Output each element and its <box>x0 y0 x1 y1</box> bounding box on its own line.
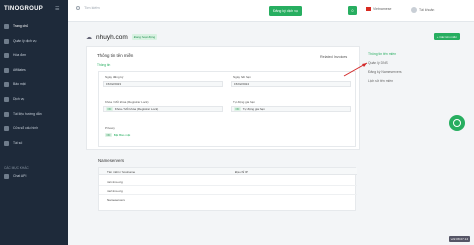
nameservers-table: Tên miền / hostname Địa chỉ IP ns1.tino.… <box>98 167 357 211</box>
vietnam-flag-icon <box>366 7 371 11</box>
brand-logo[interactable]: TINOGROUP <box>4 6 43 12</box>
sidebar-item-security[interactable]: Bảo mật <box>4 80 26 88</box>
renew-value: Tự động gia hạn <box>242 107 265 111</box>
col-ip: Địa chỉ IP <box>235 170 248 174</box>
sidebar-item-docs[interactable]: Tài liệu hướng dẫn <box>4 110 42 118</box>
sidebar-item-label: Dịch vụ <box>13 97 25 101</box>
chat-icon[interactable] <box>449 115 465 131</box>
section-title: Thông tin tên miền <box>97 53 134 58</box>
reg-date-value: 15/02/2023 <box>106 82 122 86</box>
shield-icon <box>4 81 9 87</box>
services-icon <box>4 38 9 44</box>
privacy-value: Bật Bảo mật <box>113 133 131 137</box>
table-header: Tên miền / hostname Địa chỉ IP <box>99 168 357 175</box>
lock-toggle[interactable]: ON Khóa / Mở khóa (Registrar Lock) <box>103 106 223 112</box>
book-icon <box>4 111 9 117</box>
add-domain-button[interactable]: + Các tên miền <box>433 33 460 40</box>
ns-host: ns2.tino.org <box>107 188 123 193</box>
nameservers-title: Nameservers <box>98 158 125 163</box>
search-icon <box>76 6 80 10</box>
settings-icon <box>4 125 9 131</box>
language-selector[interactable]: Vietnamese <box>366 7 391 11</box>
table-row: Nameservers <box>99 195 357 204</box>
sidebar-item-label: Quản lý dịch vụ <box>13 39 37 43</box>
related-invoices-label[interactable]: Related Invoices <box>320 55 347 59</box>
sidebar: TINOGROUP ☰ Trang chủ Quản lý dịch vụ Hó… <box>0 0 68 245</box>
renew-label: Tự động gia hạn <box>233 100 256 104</box>
sidebar-item-misc[interactable]: Tài số <box>4 139 22 147</box>
cloud-icon: ☁ <box>86 34 92 41</box>
version-badge: v22.08.07.14 <box>448 236 470 242</box>
affiliate-icon <box>4 67 9 73</box>
domain-name: nhuyh.com <box>96 33 128 41</box>
user-menu[interactable]: Tài khoản <box>411 7 434 13</box>
language-label: Vietnamese <box>373 7 392 11</box>
sidebar-item-label: Chat API <box>13 174 27 178</box>
grid-icon <box>4 96 9 102</box>
home-icon <box>4 23 9 29</box>
details-panel: Ngày đăng ký 15/02/2023 Ngày hết hạn 15/… <box>98 71 356 147</box>
table-row: ns1.tino.org <box>99 177 357 186</box>
chat-bubble-shape <box>453 119 461 127</box>
sidebar-item-dichvu[interactable]: Dịch vụ <box>4 95 24 103</box>
sidebar-item-services[interactable]: Quản lý dịch vụ <box>4 37 36 45</box>
arrow-annotation <box>343 62 368 77</box>
sidebar-item-label: Cửa sổ cấu hình <box>13 126 39 130</box>
sidebar-item-home[interactable]: Trang chủ <box>4 22 28 30</box>
exp-date-value: 15/02/2024 <box>234 82 250 86</box>
sidebar-item-label: Tài liệu hướng dẫn <box>13 112 42 116</box>
reg-date-label: Ngày đăng ký <box>105 75 124 79</box>
lock-pill: ON <box>106 107 113 111</box>
search-input[interactable]: Tìm kiếm <box>76 6 100 10</box>
search-placeholder: Tìm kiếm <box>84 6 100 10</box>
side-link-nameservers[interactable]: Đăng ký Nameservers <box>368 70 402 74</box>
cart-count: 0 <box>351 8 354 13</box>
side-link-domain-info[interactable]: Thông tin tên miền <box>368 52 396 56</box>
side-link-history[interactable]: Lịch sử tên miền <box>368 79 393 83</box>
status-badge: Đang hoạt động <box>131 34 158 40</box>
register-service-button[interactable]: Đăng ký dịch vụ <box>269 6 302 16</box>
auto-renew-toggle[interactable]: ON Tự động gia hạn <box>231 106 351 112</box>
privacy-pill: ON <box>105 133 112 137</box>
reg-date-field: 15/02/2023 <box>103 81 223 87</box>
renew-pill: ON <box>234 107 241 111</box>
privacy-toggle[interactable]: ON Bật Bảo mật <box>103 132 143 138</box>
sidebar-item-config[interactable]: Cửa sổ cấu hình <box>4 124 38 132</box>
menu-toggle-icon[interactable]: ☰ <box>55 6 59 12</box>
folder-icon <box>4 140 9 146</box>
lock-label: Khóa / Mở khóa (Registrar Lock) <box>105 100 149 104</box>
table-row: ns2.tino.org <box>99 186 357 195</box>
col-host: Tên miền / hostname <box>107 170 136 174</box>
invoice-icon <box>4 52 9 58</box>
sidebar-section-title: CÁC MỤC KHÁC <box>4 166 29 170</box>
domain-header: ☁ nhuyh.com Đang hoạt động <box>86 31 456 43</box>
lock-value: Khóa / Mở khóa (Registrar Lock) <box>114 107 159 111</box>
user-name: Tài khoản <box>419 8 435 12</box>
ns-host-link[interactable]: Nameservers <box>107 198 125 202</box>
side-link-dns[interactable]: Quản lý DNS <box>368 61 388 65</box>
privacy-label: Privacy <box>105 126 115 130</box>
avatar <box>411 7 417 13</box>
sidebar-item-label: Bảo mật <box>13 82 26 86</box>
topbar: Tìm kiếm Đăng ký dịch vụ 0 Vietnamese Tà… <box>68 0 474 22</box>
sidebar-item-label: Affiliates <box>13 68 26 72</box>
exp-date-field: 15/02/2024 <box>231 81 351 87</box>
sidebar-item-label: Trang chủ <box>13 24 29 28</box>
sidebar-item-invoices[interactable]: Hóa đơn <box>4 51 26 59</box>
sidebar-item-chat-api[interactable]: Chat API <box>4 172 26 180</box>
sidebar-item-label: Hóa đơn <box>13 53 27 57</box>
sidebar-item-affiliates[interactable]: Affiliates <box>4 66 26 74</box>
exp-date-label: Ngày hết hạn <box>233 75 251 79</box>
sidebar-item-label: Tài số <box>13 141 23 145</box>
api-icon <box>4 173 9 179</box>
tab-overview[interactable]: Thông tin <box>97 63 110 67</box>
cart-icon[interactable]: 0 <box>348 6 357 15</box>
ns-host: ns1.tino.org <box>107 179 123 184</box>
